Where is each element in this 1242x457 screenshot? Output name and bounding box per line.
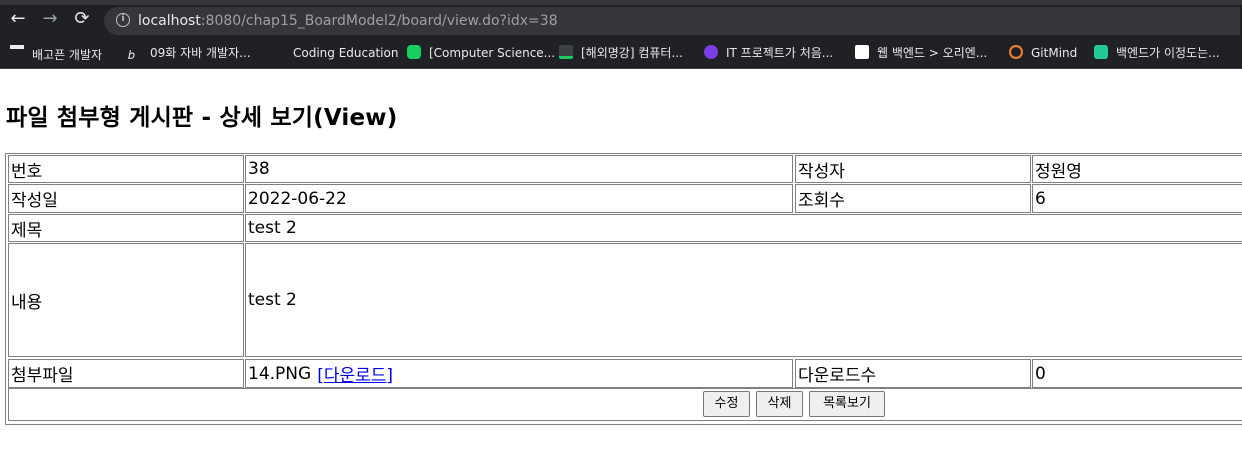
url-host: localhost (138, 13, 201, 29)
bookmark-item[interactable]: 백엔드가 이정도는... (1094, 45, 1220, 61)
bookmark-item[interactable]: Coding Education (271, 45, 398, 61)
reload-icon[interactable]: ⟳ (72, 9, 92, 29)
attachment-value: 14.PNG [다운로드] (245, 359, 793, 388)
velog-icon (1094, 45, 1108, 59)
date-value: 2022-06-22 (245, 184, 793, 213)
content-value: test 2 (245, 243, 1242, 357)
bookmark-label: 배고픈 개발자 (32, 48, 103, 62)
page-title: 파일 첨부형 게시판 - 상세 보기(View) (6, 105, 398, 131)
blank-icon (271, 45, 285, 59)
tab-strip (0, 0, 1242, 5)
views-label: 조회수 (795, 184, 1031, 213)
subject-label: 제목 (8, 214, 244, 242)
blog-icon (407, 45, 421, 59)
delete-button[interactable]: 삭제 (756, 391, 803, 417)
url-path: :8080/chap15_BoardModel2/board/view.do?i… (200, 13, 558, 29)
bookmark-label: 09화 자바 개발자... (150, 46, 251, 60)
bookmark-item[interactable]: IT 프로젝트가 처음... (704, 45, 833, 61)
bookmark-label: 백엔드가 이정도는... (1116, 46, 1220, 60)
bookmarks-bar: 배고픈 개발자 𝑏 09화 자바 개발자... Coding Education … (0, 38, 1242, 69)
address-bar[interactable]: i localhost:8080/chap15_BoardModel2/boar… (104, 7, 1240, 35)
date-label: 작성일 (8, 184, 244, 213)
writer-label: 작성자 (795, 155, 1031, 183)
bookmark-item[interactable]: 𝑏 09화 자바 개발자... (128, 45, 251, 62)
gitmind-icon (1009, 45, 1023, 59)
bookmark-label: [해외명강] 컴퓨터... (581, 46, 683, 60)
graduation-cap-icon (10, 45, 24, 59)
forward-arrow-icon[interactable]: → (40, 9, 60, 29)
boostcourse-icon (855, 45, 869, 59)
bookmark-label: [Computer Science... (429, 46, 556, 60)
bookmark-label: 웹 백엔드 > 오리엔... (877, 46, 988, 60)
bookmark-item[interactable]: [해외명강] 컴퓨터... (559, 45, 683, 61)
brunch-icon: 𝑏 (128, 48, 135, 62)
bookmark-label: Coding Education (293, 46, 399, 60)
bookmark-item[interactable]: 배고픈 개발자 (10, 45, 103, 62)
site-info-icon[interactable]: i (116, 13, 130, 27)
bookmark-label: IT 프로젝트가 처음... (726, 46, 834, 60)
number-label: 번호 (8, 155, 244, 183)
content-label: 내용 (8, 243, 244, 357)
edit-button[interactable]: 수정 (703, 391, 750, 417)
writer-value: 정원영 (1032, 155, 1242, 183)
bookmark-item[interactable]: 웹 백엔드 > 오리엔... (855, 45, 987, 61)
hexagon-icon (704, 45, 718, 59)
url-text[interactable]: localhost:8080/chap15_BoardModel2/board/… (138, 12, 558, 30)
bookmark-item[interactable]: [Computer Science... (407, 45, 555, 61)
views-value: 6 (1032, 184, 1242, 213)
attachment-label: 첨부파일 (8, 359, 244, 388)
terminal-icon (559, 45, 573, 59)
download-count-label: 다운로드수 (795, 359, 1031, 388)
attachment-filename: 14.PNG (248, 363, 312, 384)
subject-value: test 2 (245, 214, 1242, 242)
number-value: 38 (245, 155, 793, 183)
list-button[interactable]: 목록보기 (809, 391, 885, 417)
download-link[interactable]: [다운로드] (317, 361, 393, 386)
back-arrow-icon[interactable]: ← (8, 9, 28, 29)
bookmark-label: GitMind (1031, 46, 1078, 60)
browser-toolbar: ← → ⟳ i localhost:8080/chap15_BoardModel… (0, 0, 1242, 38)
download-count-value: 0 (1032, 359, 1242, 388)
bookmark-item[interactable]: GitMind (1009, 45, 1077, 61)
button-row (8, 388, 1242, 421)
